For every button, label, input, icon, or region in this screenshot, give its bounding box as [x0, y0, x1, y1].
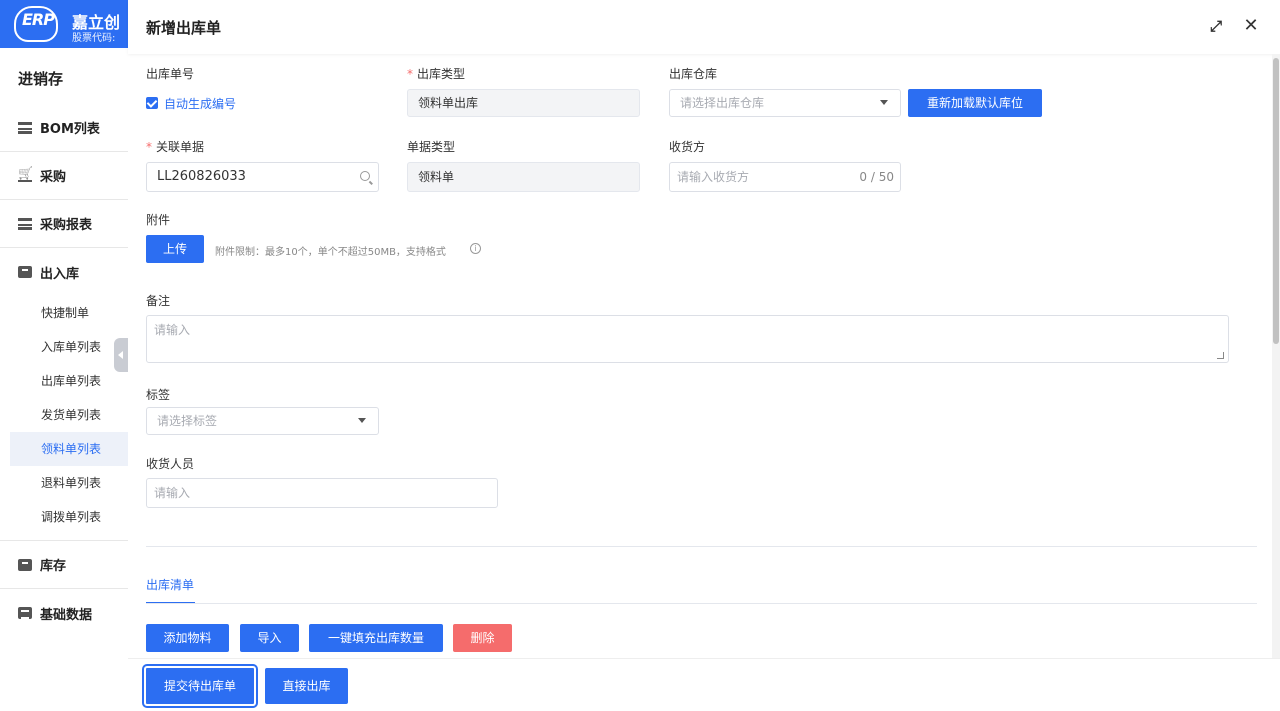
receiver-placeholder: 请输入收货方	[677, 170, 750, 184]
direct-outbound-button[interactable]: 直接出库	[265, 668, 348, 704]
remark-placeholder: 请输入	[154, 323, 191, 337]
sidebar-item-label: BOM列表	[40, 122, 100, 137]
receiver-person-label: 收货人员	[146, 457, 195, 471]
box-icon	[18, 266, 32, 278]
auto-gen-checkbox[interactable]	[146, 97, 158, 109]
related-doc-input[interactable]: LL260826033	[146, 162, 379, 192]
warehouse-placeholder: 请选择出库仓库	[680, 96, 765, 110]
sidebar-collapse-handle[interactable]	[114, 338, 128, 372]
remark-label: 备注	[146, 294, 171, 308]
box-icon	[18, 558, 32, 571]
drawer-title: 新增出库单	[146, 18, 222, 37]
out-type-label: * 出库类型	[407, 65, 465, 82]
sidebar-item-purchase[interactable]: 采购	[0, 152, 128, 200]
receiver-char-count: 0 / 50	[859, 170, 894, 184]
import-button[interactable]: 导入	[240, 624, 299, 652]
logo[interactable]: ERP 嘉立创 股票代码:	[0, 0, 128, 48]
attachment-hint: 附件限制：最多10个，单个不超过50MB，支持格式	[215, 247, 446, 258]
out-type-label-text: 出库类型	[417, 67, 466, 81]
drawer-footer: 提交待出库单 直接出库	[128, 658, 1280, 711]
delete-button[interactable]: 删除	[453, 624, 512, 652]
sidebar-subitem-outbound[interactable]: 出库单列表	[0, 364, 128, 398]
scrollbar-thumb[interactable]	[1273, 58, 1279, 344]
reload-default-location-button[interactable]: 重新加载默认库位	[908, 89, 1042, 117]
list-icon	[18, 121, 32, 134]
list-icon	[18, 217, 32, 230]
order-no-label: 出库单号	[146, 67, 195, 81]
sidebar-submenu: 快捷制单 入库单列表 出库单列表 发货单列表 领料单列表 退料单列表 调拨单列表	[0, 296, 128, 541]
sidebar-item-bom[interactable]: BOM列表	[0, 104, 128, 152]
warehouse-select[interactable]: 请选择出库仓库	[669, 89, 901, 117]
related-label: * 关联单据	[146, 138, 204, 155]
sidebar-item-label: 基础数据	[40, 607, 93, 623]
receiver-person-placeholder: 请输入	[154, 486, 191, 500]
upload-button[interactable]: 上传	[146, 235, 204, 263]
logo-mark: ERP	[22, 10, 55, 29]
close-icon[interactable]: ✕	[1242, 17, 1260, 35]
sidebar-subitem-requisition[interactable]: 领料单列表	[10, 432, 128, 466]
logo-subtitle: 股票代码:	[72, 33, 116, 44]
remark-textarea[interactable]: 请输入	[146, 315, 1229, 363]
sidebar-subitem-shipping[interactable]: 发货单列表	[0, 398, 128, 432]
doc-type-field: 领料单	[407, 162, 640, 192]
receiver-input[interactable]: 请输入收货方 0 / 50	[669, 162, 901, 192]
sidebar-subitem-quick[interactable]: 快捷制单	[0, 296, 128, 330]
required-mark: *	[407, 67, 413, 81]
tag-placeholder: 请选择标签	[157, 414, 218, 428]
required-mark: *	[146, 140, 152, 154]
submit-pending-button[interactable]: 提交待出库单	[144, 666, 256, 706]
tag-label: 标签	[146, 388, 171, 402]
caret-down-icon	[358, 418, 366, 423]
sidebar-subitem-transfer[interactable]: 调拨单列表	[0, 500, 128, 534]
sidebar-item-purchase-report[interactable]: 采购报表	[0, 200, 128, 248]
drawer-header: 新增出库单 ⤢ ✕	[128, 0, 1280, 54]
auto-gen-label[interactable]: 自动生成编号	[164, 95, 236, 112]
tab-divider	[146, 603, 1257, 604]
sidebar: ERP 嘉立创 股票代码: 进销存 BOM列表 采购 采购报表 出入库 快捷制单…	[0, 0, 128, 711]
related-doc-value: LL260826033	[157, 169, 246, 184]
caret-down-icon	[880, 100, 888, 105]
sidebar-item-label: 采购报表	[40, 218, 93, 233]
sidebar-heading: 进销存	[18, 70, 64, 88]
sidebar-item-base-data[interactable]: 基础数据	[0, 589, 128, 637]
receiver-label: 收货方	[669, 140, 706, 154]
receiver-person-input[interactable]: 请输入	[146, 478, 498, 508]
sidebar-item-label: 采购	[40, 170, 67, 185]
out-type-field: 领料单出库	[407, 89, 640, 117]
sidebar-item-label: 出入库	[40, 266, 80, 282]
doc-type-label: 单据类型	[407, 140, 456, 154]
sidebar-item-inout[interactable]: 出入库	[0, 248, 128, 296]
sidebar-subitem-inbound[interactable]: 入库单列表	[0, 330, 128, 364]
warehouse-label: 出库仓库	[669, 67, 718, 81]
cart-icon	[18, 170, 32, 182]
search-icon[interactable]	[360, 171, 370, 181]
sidebar-item-inventory[interactable]: 库存	[0, 541, 128, 589]
attachment-label: 附件	[146, 213, 171, 227]
doc-icon	[18, 607, 32, 619]
scrollbar[interactable]	[1272, 54, 1280, 659]
tab-outbound-list[interactable]: 出库清单	[146, 576, 194, 593]
drawer: 新增出库单 ⤢ ✕ 出库单号 自动生成编号 * 出库类型 领料单出库 出库仓库 请…	[128, 0, 1280, 711]
sidebar-subitem-return[interactable]: 退料单列表	[0, 466, 128, 500]
info-icon[interactable]: i	[470, 243, 481, 254]
add-material-button[interactable]: 添加物料	[146, 624, 229, 652]
related-label-text: 关联单据	[156, 140, 205, 154]
expand-icon[interactable]: ⤢	[1207, 17, 1225, 35]
tag-select[interactable]: 请选择标签	[146, 407, 379, 435]
resize-handle-icon[interactable]	[1217, 352, 1224, 359]
section-divider	[146, 546, 1257, 547]
fill-quantity-button[interactable]: 一键填充出库数量	[309, 624, 443, 652]
sidebar-item-label: 库存	[40, 559, 67, 574]
